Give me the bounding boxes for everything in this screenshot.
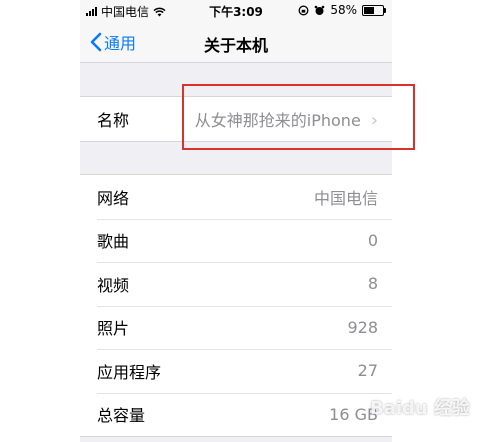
info-value: 27: [357, 361, 378, 381]
info-group: 网络 中国电信 歌曲 0 视频 8 照片 928 应用程序 27 总容量 16 …: [80, 174, 392, 437]
info-value: 928: [347, 317, 378, 337]
info-row-songs: 歌曲 0: [80, 218, 392, 263]
battery-percent: 58%: [330, 3, 357, 17]
highlight-box: [182, 84, 415, 150]
name-label: 名称: [97, 110, 130, 130]
info-row-capacity: 总容量 16 GB: [80, 392, 392, 437]
info-label: 照片: [97, 319, 130, 339]
info-row-applications: 应用程序 27: [80, 349, 392, 393]
info-value: 8: [367, 274, 378, 294]
info-row-network: 网络 中国电信: [80, 175, 392, 219]
info-row-photos: 照片 928: [80, 305, 392, 350]
info-label: 网络: [97, 188, 130, 208]
info-label: 应用程序: [97, 362, 162, 382]
info-label: 视频: [97, 275, 130, 295]
orientation-lock-icon: [298, 5, 309, 15]
info-label: 歌曲: [97, 232, 130, 252]
info-row-videos: 视频 8: [80, 262, 392, 306]
navigation-bar: 通用 关于本机: [80, 22, 392, 63]
status-bar: 中国电信 下午3:09 58%: [80, 0, 392, 22]
battery-icon: [362, 4, 386, 16]
info-label: 总容量: [97, 406, 146, 426]
phone-screen: 中国电信 下午3:09 58% 通用 关于本机 名称 从女神那抢来的iPhone…: [80, 0, 392, 442]
info-value: 中国电信: [313, 188, 378, 208]
page-title: 关于本机: [203, 36, 268, 55]
info-value: 0: [367, 230, 378, 250]
watermark: Baidu 经验: [370, 398, 471, 419]
alarm-icon: [315, 5, 325, 15]
